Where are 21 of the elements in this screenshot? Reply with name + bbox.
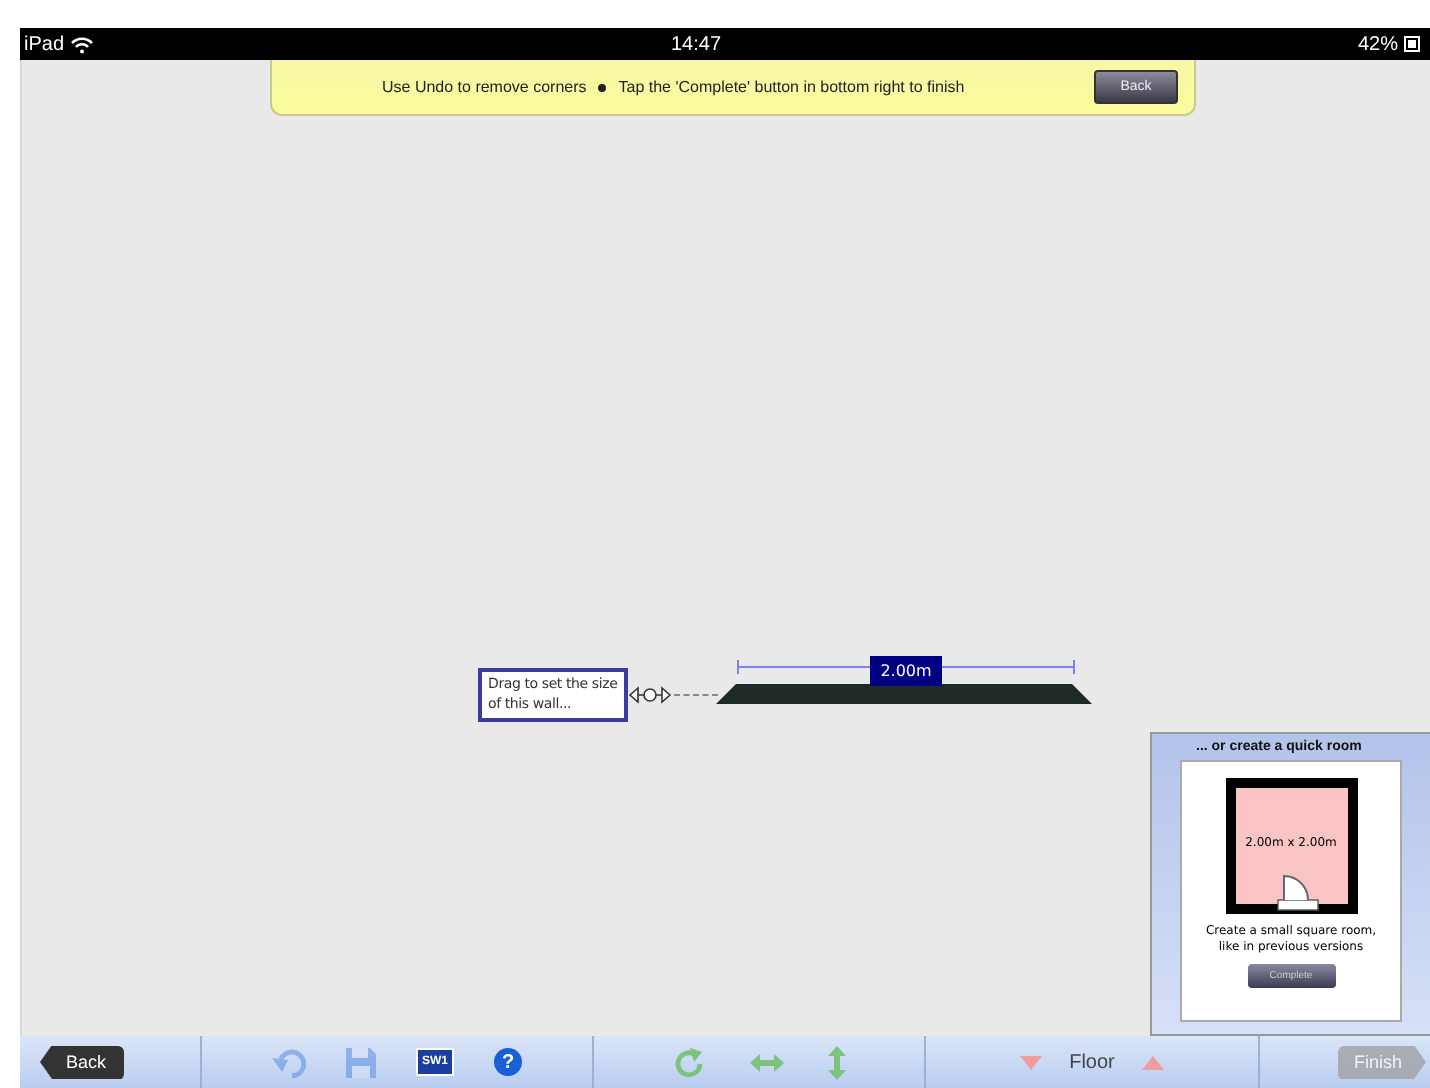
door-icon — [1275, 872, 1319, 912]
floor-label: Floor — [1069, 1051, 1115, 1073]
battery-percent: 42% — [1357, 33, 1398, 55]
hint-text: Tap the 'Complete' button in bottom right to finish — [618, 78, 965, 96]
dimension-label: 2.00m — [870, 656, 942, 686]
help-button[interactable]: ? — [494, 1048, 522, 1076]
battery-icon — [1404, 36, 1422, 52]
wifi-icon — [70, 35, 95, 53]
carrier-label: iPad — [24, 33, 65, 55]
vertical-arrows-icon[interactable] — [827, 1045, 845, 1079]
up-triangle-icon[interactable] — [1142, 1055, 1165, 1069]
clock-time: 14:47 — [668, 33, 724, 55]
down-triangle-icon[interactable] — [1019, 1055, 1042, 1069]
back-button[interactable]: Back — [40, 1045, 124, 1079]
drag-handle-icon[interactable] — [628, 686, 672, 704]
guide-line — [674, 694, 718, 696]
rotate-icon[interactable] — [673, 1047, 705, 1077]
hint-text: Use Undo to remove corners — [382, 78, 587, 96]
bullet-icon — [598, 83, 607, 91]
wall-shape[interactable] — [716, 684, 1092, 704]
horizontal-arrows-icon[interactable] — [749, 1053, 783, 1071]
